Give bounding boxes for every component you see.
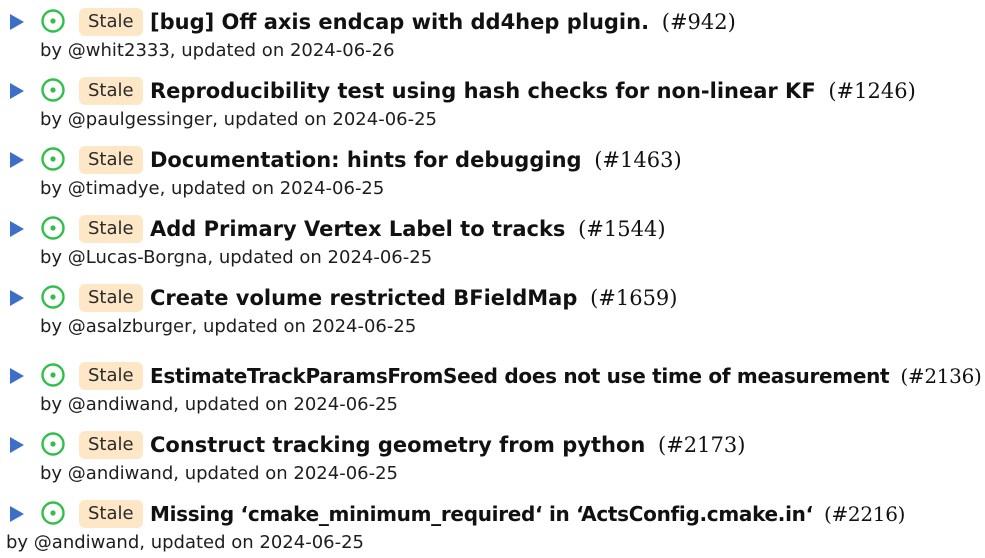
stale-badge: Stale xyxy=(79,500,143,528)
stale-badge: Stale xyxy=(79,284,143,312)
issue-title[interactable]: EstimateTrackParamsFromSeed does not use… xyxy=(150,364,890,388)
issue-meta: by @paulgessinger, updated on 2024-06-25 xyxy=(40,109,437,130)
triangle-right-icon[interactable] xyxy=(10,506,24,522)
issue-item: Stale Create volume restricted BFieldMap… xyxy=(0,280,985,342)
issue-meta: by @andiwand, updated on 2024-06-25 xyxy=(6,532,365,553)
issue-meta: by @asalzburger, updated on 2024-06-25 xyxy=(40,316,417,337)
issue-meta: by @andiwand, updated on 2024-06-25 xyxy=(40,394,399,415)
issue-title[interactable]: Missing ‘cmake_minimum_required‘ in ‘Act… xyxy=(150,502,813,526)
issue-number: (#942) xyxy=(661,10,736,34)
stale-badge: Stale xyxy=(79,215,143,243)
issue-title[interactable]: Add Primary Vertex Label to tracks xyxy=(150,217,565,241)
open-issue-circle-icon xyxy=(41,147,65,171)
open-issue-circle-icon xyxy=(41,501,65,525)
issue-title[interactable]: Construct tracking geometry from python xyxy=(150,433,645,457)
issue-number: (#1544) xyxy=(578,217,666,241)
open-issue-circle-icon xyxy=(41,432,65,456)
issue-title[interactable]: Create volume restricted BFieldMap xyxy=(150,286,577,310)
issue-number: (#1659) xyxy=(590,286,678,310)
stale-badge: Stale xyxy=(79,8,143,36)
issue-item: Stale EstimateTrackParamsFromSeed does n… xyxy=(0,358,985,420)
issue-number: (#1246) xyxy=(828,79,916,103)
issue-number: (#2216) xyxy=(823,502,906,526)
stale-badge: Stale xyxy=(79,77,143,105)
issue-meta: by @timadye, updated on 2024-06-25 xyxy=(40,178,385,199)
triangle-right-icon[interactable] xyxy=(10,368,24,384)
open-issue-circle-icon xyxy=(41,78,65,102)
issue-title-line: Documentation: hints for debugging (#146… xyxy=(150,142,682,178)
open-issue-circle-icon xyxy=(41,285,65,309)
issue-item: Stale [bug] Off axis endcap with dd4hep … xyxy=(0,4,985,66)
issue-title-line: Create volume restricted BFieldMap (#165… xyxy=(150,280,678,316)
open-issue-circle-icon xyxy=(41,9,65,33)
issue-title-line: [bug] Off axis endcap with dd4hep plugin… xyxy=(150,4,736,40)
stale-badge: Stale xyxy=(79,146,143,174)
issue-number: (#2173) xyxy=(658,433,746,457)
issue-number: (#2136) xyxy=(900,364,982,388)
issue-title-line: Reproducibility test using hash checks f… xyxy=(150,73,916,109)
issue-meta: by @Lucas-Borgna, updated on 2024-06-25 xyxy=(40,247,433,268)
issue-title[interactable]: Reproducibility test using hash checks f… xyxy=(150,79,816,103)
stale-badge: Stale xyxy=(79,431,143,459)
issue-meta: by @whit2333, updated on 2024-06-26 xyxy=(40,40,395,61)
triangle-right-icon[interactable] xyxy=(10,290,24,306)
issue-item: Stale Reproducibility test using hash ch… xyxy=(0,73,985,135)
issue-title[interactable]: [bug] Off axis endcap with dd4hep plugin… xyxy=(150,10,649,34)
issue-list: Stale [bug] Off axis endcap with dd4hep … xyxy=(0,0,985,557)
issue-number: (#1463) xyxy=(594,148,682,172)
issue-title[interactable]: Documentation: hints for debugging xyxy=(150,148,582,172)
issue-title-line: EstimateTrackParamsFromSeed does not use… xyxy=(150,358,982,394)
stale-badge: Stale xyxy=(79,362,143,390)
issue-title-line: Add Primary Vertex Label to tracks (#154… xyxy=(150,211,666,247)
issue-title-line: Construct tracking geometry from python … xyxy=(150,427,745,463)
issue-item: Stale Missing ‘cmake_minimum_required‘ i… xyxy=(0,496,985,558)
open-issue-circle-icon xyxy=(41,363,65,387)
open-issue-circle-icon xyxy=(41,216,65,240)
issue-item: Stale Add Primary Vertex Label to tracks… xyxy=(0,211,985,273)
issue-meta: by @andiwand, updated on 2024-06-25 xyxy=(40,463,399,484)
issue-item: Stale Construct tracking geometry from p… xyxy=(0,427,985,489)
issue-item: Stale Documentation: hints for debugging… xyxy=(0,142,985,204)
triangle-right-icon[interactable] xyxy=(10,83,24,99)
triangle-right-icon[interactable] xyxy=(10,152,24,168)
triangle-right-icon[interactable] xyxy=(10,221,24,237)
issue-title-line: Missing ‘cmake_minimum_required‘ in ‘Act… xyxy=(150,496,905,532)
triangle-right-icon[interactable] xyxy=(10,437,24,453)
triangle-right-icon[interactable] xyxy=(10,14,24,30)
